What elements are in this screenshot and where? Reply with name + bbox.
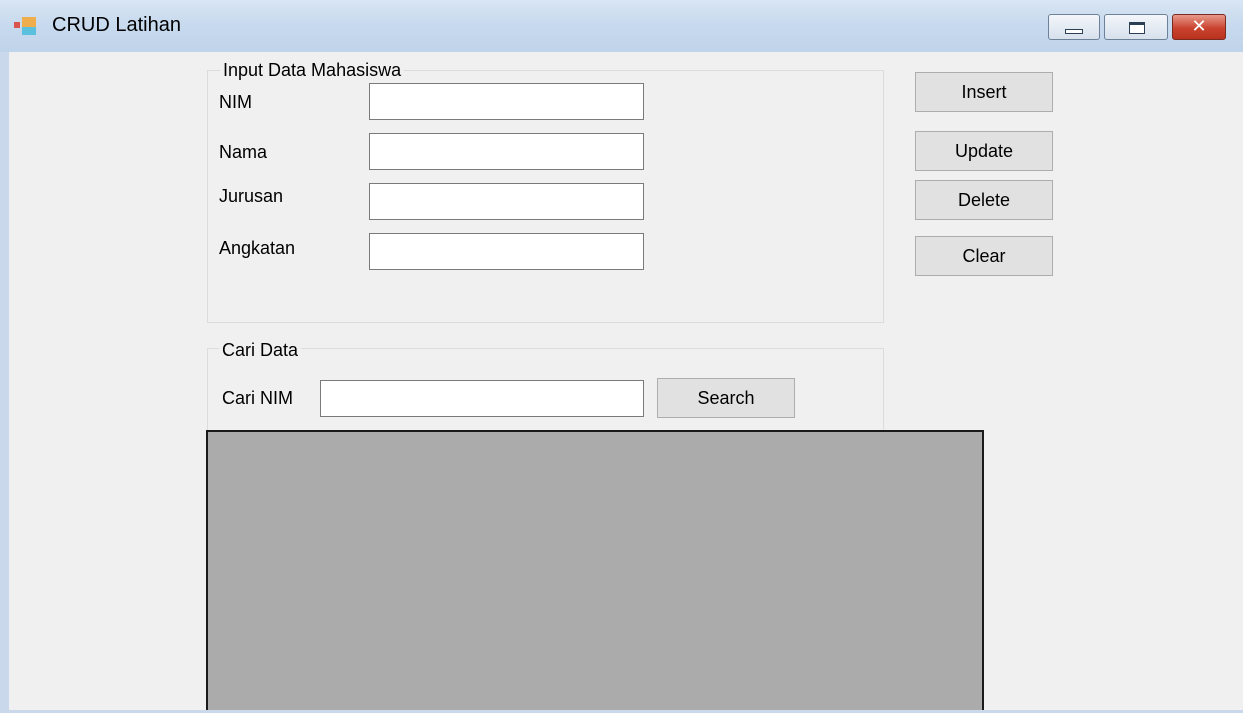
cari-nim-label: Cari NIM: [222, 388, 293, 408]
input-data-group-title: Input Data Mahasiswa: [220, 60, 405, 81]
maximize-icon: [1129, 22, 1145, 34]
minimize-button[interactable]: [1048, 14, 1100, 40]
search-input[interactable]: [320, 380, 644, 417]
window-frame-left: [0, 52, 9, 713]
app-window-icon: [14, 17, 36, 35]
search-button[interactable]: Search: [657, 378, 795, 418]
clear-button[interactable]: Clear: [915, 236, 1053, 276]
minimize-icon: [1065, 29, 1083, 34]
update-button[interactable]: Update: [915, 131, 1053, 171]
close-icon: ✕: [1191, 16, 1207, 37]
close-button[interactable]: ✕: [1172, 14, 1226, 40]
nama-field[interactable]: [369, 133, 644, 170]
insert-button[interactable]: Insert: [915, 72, 1053, 112]
data-grid[interactable]: [206, 430, 984, 713]
delete-button[interactable]: Delete: [915, 180, 1053, 220]
angkatan-field[interactable]: [369, 233, 644, 270]
nim-label: NIM: [219, 92, 252, 112]
angkatan-label: Angkatan: [219, 238, 296, 258]
maximize-button[interactable]: [1104, 14, 1168, 40]
nim-field[interactable]: [369, 83, 644, 120]
window-title: CRUD Latihan: [52, 14, 181, 36]
jurusan-label: Jurusan: [219, 186, 284, 206]
search-group-title: Cari Data: [219, 340, 302, 361]
window-title-bar[interactable]: CRUD Latihan ✕: [0, 0, 1243, 52]
nama-label: Nama: [219, 142, 268, 162]
jurusan-field[interactable]: [369, 183, 644, 220]
